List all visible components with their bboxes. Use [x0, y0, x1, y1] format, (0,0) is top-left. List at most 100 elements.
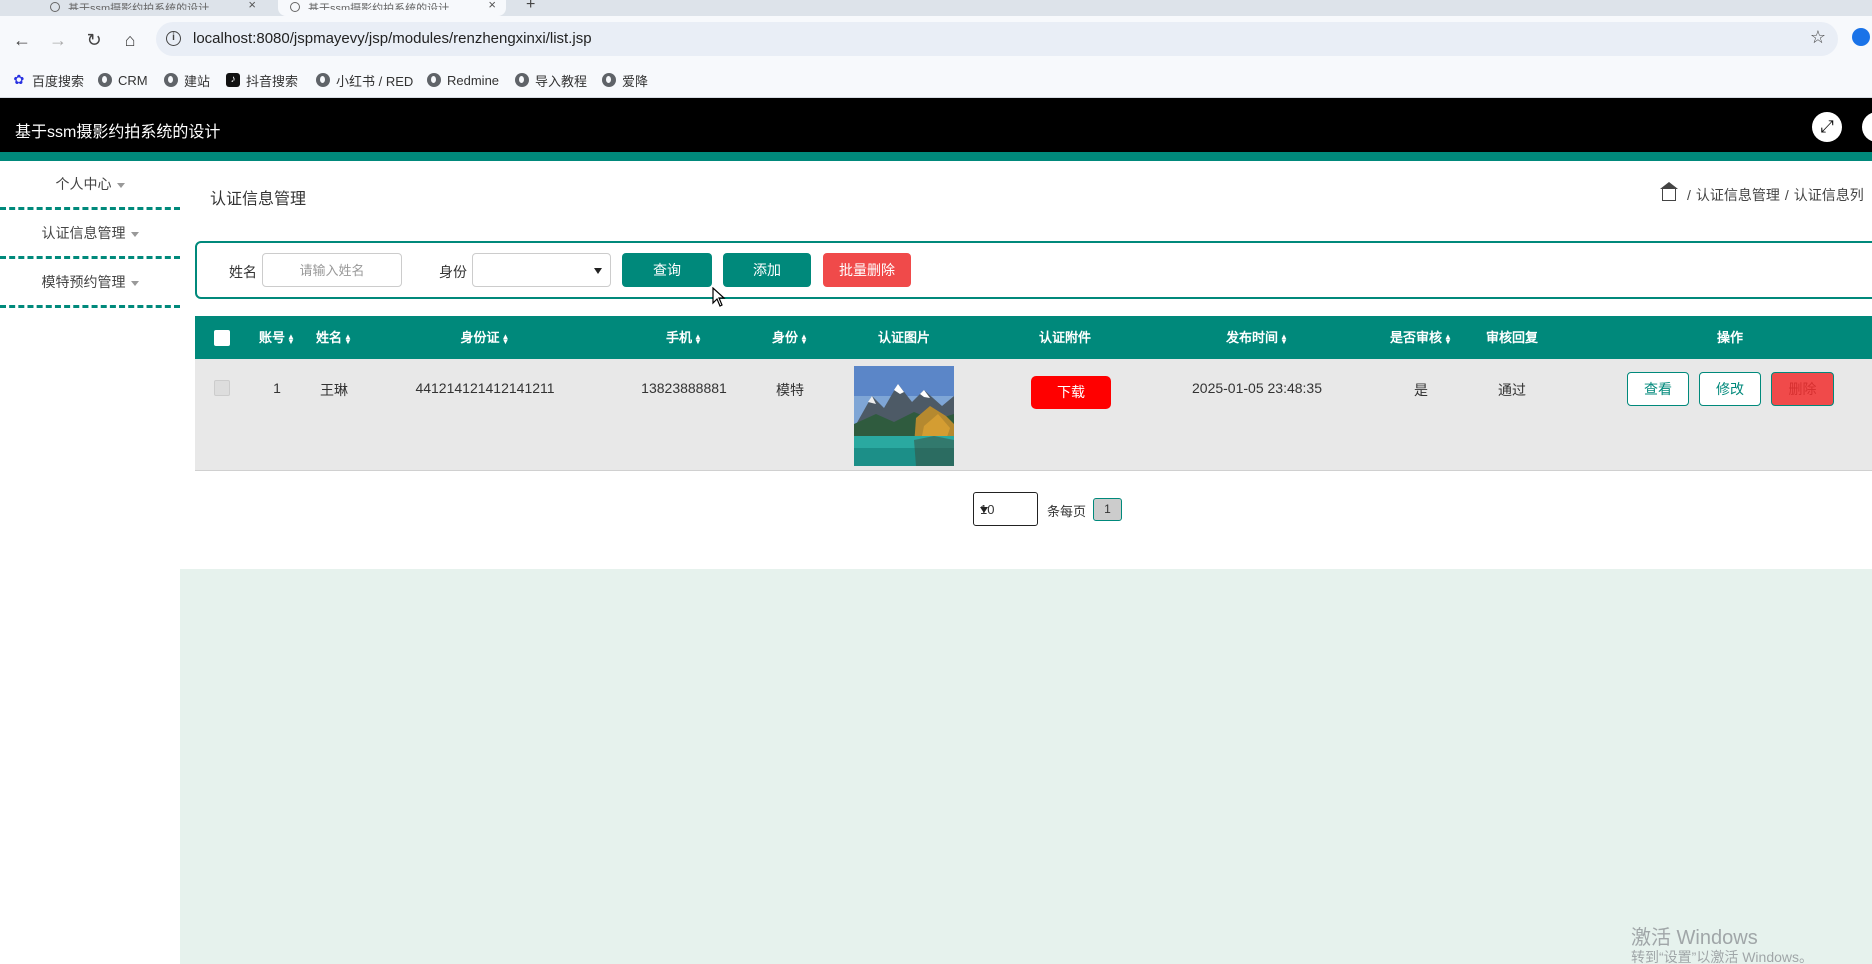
column-header-identity[interactable]: 身份 ▲ ▼	[772, 316, 808, 359]
batch-delete-button[interactable]: 批量删除	[823, 253, 911, 287]
home-icon[interactable]	[1660, 182, 1678, 201]
add-button[interactable]: 添加	[723, 253, 811, 287]
bookmark-item[interactable]: CRM	[98, 70, 148, 90]
row-checkbox[interactable]	[214, 380, 230, 396]
app-header: 基于ssm摄影约拍系统的设计 ⤢	[0, 98, 1872, 152]
cert-image-thumbnail[interactable]	[854, 366, 954, 466]
activation-watermark-text: 转到“设置”以激活 Windows。	[1631, 949, 1814, 964]
view-button[interactable]: 查看	[1627, 372, 1689, 406]
sort-icon: ▲ ▼	[1444, 331, 1452, 346]
column-header-name[interactable]: 姓名 ▲ ▼	[316, 316, 352, 359]
reload-icon[interactable]: ↻	[82, 28, 106, 52]
close-icon[interactable]: ×	[488, 0, 496, 12]
baidu-icon: ✿	[13, 72, 25, 87]
cell-name: 王琳	[320, 382, 348, 398]
url-text[interactable]: localhost:8080/jspmayevy/jsp/modules/ren…	[193, 30, 592, 47]
column-header-actions: 操作	[1716, 330, 1744, 345]
bookmark-item[interactable]: 建站	[164, 70, 210, 90]
bookmarks-bar: ✿ 百度搜索 CRM 建站 ♪ 抖音搜索 小红书 / RED Redmine 导入教…	[0, 64, 1872, 98]
header-accent-strip	[0, 152, 1872, 161]
back-icon[interactable]: ←	[10, 28, 34, 52]
per-page-label: 条每页	[1047, 504, 1087, 519]
breadcrumb: / 认证信息管理 / 认证信息列	[1660, 182, 1864, 205]
query-button[interactable]: 查询	[622, 253, 712, 287]
column-header-phone[interactable]: 手机 ▲ ▼	[666, 316, 702, 359]
user-avatar[interactable]	[1862, 112, 1872, 142]
bookmark-item[interactable]: ♪ 抖音搜索	[226, 70, 298, 90]
globe-icon	[427, 73, 441, 87]
cell-publish-time: 2025-01-05 23:48:35	[1192, 380, 1322, 396]
sort-icon: ▲ ▼	[287, 331, 295, 346]
sidebar-item-cert-management[interactable]: 认证信息管理	[0, 210, 180, 259]
bookmark-item[interactable]: 爱降	[602, 70, 648, 90]
column-header-id-card[interactable]: 身份证 ▲ ▼	[461, 316, 510, 359]
identity-select[interactable]	[472, 253, 611, 287]
bookmark-item[interactable]: 小红书 / RED	[316, 70, 413, 90]
column-header-reviewed[interactable]: 是否审核 ▲ ▼	[1390, 316, 1452, 359]
column-header-cert-image: 认证图片	[877, 330, 931, 345]
sort-icon: ▲ ▼	[694, 331, 702, 346]
page-number-button[interactable]: 1	[1093, 498, 1122, 521]
home-icon[interactable]: ⌂	[118, 28, 142, 52]
profile-icon[interactable]	[1852, 28, 1870, 46]
breadcrumb-item: 认证信息列	[1793, 187, 1864, 203]
fullscreen-icon[interactable]: ⤢	[1812, 112, 1842, 142]
caret-down-icon	[116, 182, 125, 188]
table-header	[195, 316, 1872, 359]
sort-icon: ▲ ▼	[800, 331, 808, 346]
cell-identity: 模特	[776, 382, 804, 398]
address-bar[interactable]: i localhost:8080/jspmayevy/jsp/modules/r…	[156, 22, 1838, 56]
content-background	[180, 569, 1872, 964]
column-header-publish-time[interactable]: 发布时间 ▲ ▼	[1226, 316, 1288, 359]
name-search-input[interactable]	[262, 253, 402, 287]
sort-icon: ▲ ▼	[1280, 331, 1288, 346]
close-icon[interactable]: ×	[248, 0, 256, 12]
browser-tab-active[interactable]: 基于ssm摄影约拍系统的设计 ×	[278, 0, 506, 16]
column-header-cert-attachment: 认证附件	[1038, 330, 1092, 345]
sidebar-item-label: 认证信息管理	[41, 225, 126, 241]
column-header-account[interactable]: 账号 ▲ ▼	[259, 316, 295, 359]
cell-phone: 13823888881	[641, 380, 727, 396]
browser-tabstrip: 基于ssm摄影约拍系统的设计 × 基于ssm摄影约拍系统的设计 × +	[0, 0, 1872, 16]
new-tab-icon[interactable]: +	[526, 0, 535, 14]
breadcrumb-item[interactable]: 认证信息管理	[1696, 185, 1780, 205]
edit-button[interactable]: 修改	[1699, 372, 1761, 406]
cell-id-card: 441214121412141211	[415, 380, 555, 396]
sort-icon: ▲ ▼	[501, 331, 510, 346]
sidebar-item-personal-center[interactable]: 个人中心	[0, 161, 180, 210]
identity-label: 身份	[439, 264, 467, 280]
sidebar-item-label: 个人中心	[55, 176, 112, 192]
bookmark-item[interactable]: Redmine	[427, 70, 499, 90]
cell-account: 1	[273, 380, 281, 396]
name-label: 姓名	[229, 264, 257, 280]
globe-icon	[98, 73, 112, 87]
chevron-down-icon	[594, 268, 602, 274]
cell-reviewed: 是	[1414, 382, 1428, 398]
page-size-select[interactable]: 10	[973, 492, 1038, 526]
globe-icon	[316, 73, 330, 87]
sidebar-item-model-booking[interactable]: 模特预约管理	[0, 259, 180, 308]
cell-review-reply: 通过	[1498, 382, 1526, 398]
download-button[interactable]: 下载	[1031, 376, 1111, 409]
tab-title: 基于ssm摄影约拍系统的设计	[68, 3, 210, 10]
bookmark-item[interactable]: ✿ 百度搜索	[12, 70, 84, 90]
globe-icon	[50, 2, 60, 12]
globe-icon	[602, 73, 616, 87]
column-header-review-reply: 审核回复	[1485, 330, 1539, 345]
sidebar-item-label: 模特预约管理	[41, 274, 126, 290]
globe-icon	[290, 2, 300, 12]
browser-tab[interactable]: 基于ssm摄影约拍系统的设计 ×	[38, 0, 266, 16]
forward-icon[interactable]: →	[46, 28, 70, 52]
mountain-lake-image	[854, 366, 954, 466]
tab-title: 基于ssm摄影约拍系统的设计	[308, 3, 450, 10]
browser-toolbar: ← → ↻ ⌂ i localhost:8080/jspmayevy/jsp/m…	[0, 16, 1872, 64]
select-all-checkbox[interactable]	[214, 330, 230, 346]
bookmark-item[interactable]: 导入教程	[515, 70, 587, 90]
mouse-cursor-icon	[712, 287, 726, 307]
delete-button[interactable]: 删除	[1771, 372, 1834, 406]
sort-icon: ▲ ▼	[344, 331, 352, 346]
bookmark-star-icon[interactable]: ☆	[1810, 27, 1826, 48]
globe-icon	[164, 73, 178, 87]
page-title: 认证信息管理	[210, 191, 307, 208]
site-info-icon[interactable]: i	[166, 31, 181, 46]
